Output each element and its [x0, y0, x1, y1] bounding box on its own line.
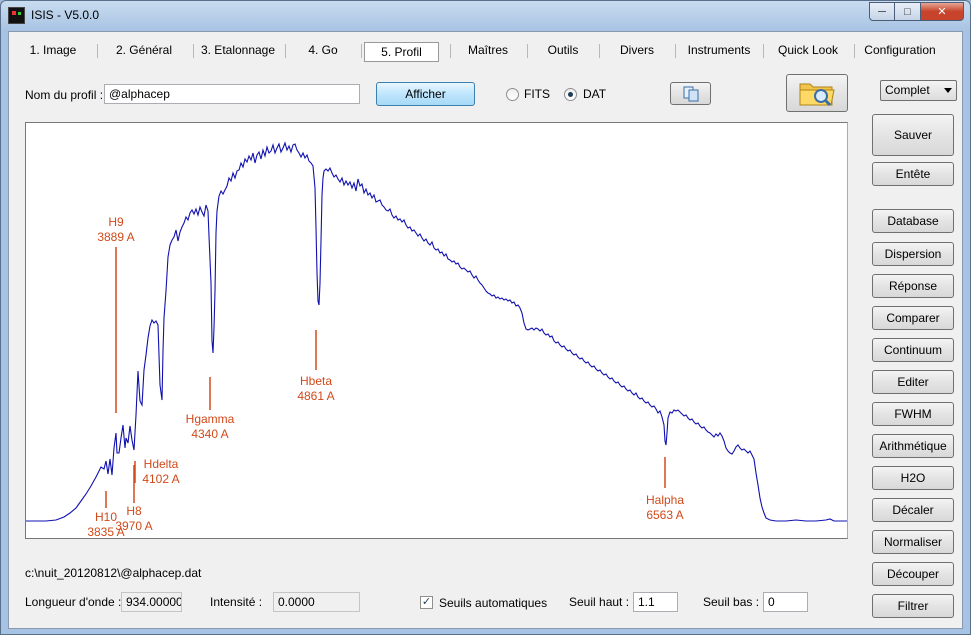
tab-separator: [361, 44, 362, 58]
tab-separator: [599, 44, 600, 58]
line-label-h10: H10: [95, 510, 117, 524]
save-button[interactable]: Sauver: [872, 114, 954, 156]
filter-button[interactable]: Filtrer: [872, 594, 954, 618]
show-profile-button[interactable]: Afficher: [376, 82, 475, 106]
main-panel: 1. Image 2. Général 3. Etalonnage 4. Go …: [8, 31, 963, 629]
line-wavelength-halpha: 6563 A: [646, 508, 683, 522]
tab-configuration[interactable]: Configuration: [857, 39, 943, 61]
window-title: ISIS - V5.0.0: [31, 8, 100, 22]
tab-go[interactable]: 4. Go: [288, 39, 358, 61]
tab-separator: [527, 44, 528, 58]
mode-select[interactable]: Complet: [880, 80, 957, 101]
tab-etalonnage[interactable]: 3. Etalonnage: [196, 39, 280, 61]
auto-thresholds-label: Seuils automatiques: [439, 596, 548, 610]
app-window: ISIS - V5.0.0 ─ □ ✕ 1. Image 2. Général …: [0, 0, 971, 635]
profile-name-input[interactable]: @alphacep: [104, 84, 360, 104]
line-label-h8: H8: [126, 504, 142, 518]
tab-bar: 1. Image 2. Général 3. Etalonnage 4. Go …: [9, 36, 964, 62]
minimize-button[interactable]: ─: [869, 2, 895, 21]
auto-thresholds-checkbox[interactable]: ✓: [420, 596, 433, 609]
normalize-button[interactable]: Normaliser: [872, 530, 954, 554]
shift-button[interactable]: Décaler: [872, 498, 954, 522]
tab-separator: [285, 44, 286, 58]
dispersion-button[interactable]: Dispersion: [872, 242, 954, 266]
profile-name-label: Nom du profil :: [25, 88, 104, 102]
copy-icon: [683, 86, 698, 101]
tab-separator: [450, 44, 451, 58]
low-threshold-label: Seuil bas :: [703, 595, 760, 609]
line-wavelength-h9: 3889 A: [97, 230, 134, 244]
window-controls: ─ □ ✕: [869, 2, 964, 21]
line-wavelength-hdelta: 4102 A: [142, 472, 179, 486]
tab-profil[interactable]: 5. Profil: [364, 42, 439, 62]
tab-quick-look[interactable]: Quick Look: [766, 39, 850, 61]
line-label-h9: H9: [108, 215, 124, 229]
tab-divers[interactable]: Divers: [602, 39, 672, 61]
response-button[interactable]: Réponse: [872, 274, 954, 298]
tab-maitres[interactable]: Maîtres: [453, 39, 523, 61]
line-label-hbeta: Hbeta: [300, 374, 332, 388]
format-fits-label: FITS: [524, 87, 550, 101]
mode-select-value: Complet: [885, 83, 930, 97]
fwhm-button[interactable]: FWHM: [872, 402, 954, 426]
tab-separator: [763, 44, 764, 58]
intensity-field: 0.0000: [273, 592, 360, 612]
tab-image[interactable]: 1. Image: [11, 39, 95, 61]
line-label-hdelta: Hdelta: [144, 457, 179, 471]
line-wavelength-hgamma: 4340 A: [191, 427, 228, 441]
open-folder-button[interactable]: [786, 74, 848, 112]
tab-separator: [97, 44, 98, 58]
low-threshold-input[interactable]: 0: [763, 592, 808, 612]
arithmetic-button[interactable]: Arithmétique: [872, 434, 954, 458]
tab-outils[interactable]: Outils: [530, 39, 596, 61]
tab-separator: [193, 44, 194, 58]
high-threshold-label: Seuil haut :: [569, 595, 630, 609]
crop-button[interactable]: Découper: [872, 562, 954, 586]
line-label-halpha: Halpha: [646, 493, 684, 507]
database-button[interactable]: Database: [872, 209, 954, 233]
wavelength-field: 934.000000: [121, 592, 182, 612]
tab-separator: [854, 44, 855, 58]
edit-button[interactable]: Editer: [872, 370, 954, 394]
h2o-button[interactable]: H2O: [872, 466, 954, 490]
spectrum-chart: H93889 AH103835 AH83970 AHdelta4102 AHga…: [26, 141, 847, 538]
copy-button[interactable]: [670, 82, 711, 105]
line-label-hgamma: Hgamma: [186, 412, 235, 426]
file-path: c:\nuit_20120812\@alphacep.dat: [25, 566, 202, 580]
header-button[interactable]: Entête: [872, 162, 954, 186]
format-fits-radio[interactable]: [506, 88, 519, 101]
compare-button[interactable]: Comparer: [872, 306, 954, 330]
close-button[interactable]: ✕: [921, 2, 964, 21]
title-bar[interactable]: ISIS - V5.0.0 ─ □ ✕: [1, 1, 970, 31]
high-threshold-input[interactable]: 1.1: [633, 592, 678, 612]
spectrum-plot[interactable]: H9 3889 A H10 3835 A H8 3970 A Hdelta 4102 A Hga…: [25, 122, 848, 539]
format-dat-radio[interactable]: [564, 88, 577, 101]
maximize-button[interactable]: □: [895, 2, 921, 21]
isis-app-icon: [8, 7, 25, 24]
tab-separator: [675, 44, 676, 58]
continuum-button[interactable]: Continuum: [872, 338, 954, 362]
tab-instruments[interactable]: Instruments: [678, 39, 760, 61]
format-dat-label: DAT: [583, 87, 607, 101]
chevron-down-icon: [944, 88, 952, 93]
tab-general[interactable]: 2. Général: [100, 39, 188, 61]
line-wavelength-h8: 3970 A: [115, 519, 152, 533]
intensity-label: Intensité :: [210, 595, 263, 609]
folder-search-icon: [799, 83, 835, 107]
line-wavelength-hbeta: 4861 A: [297, 389, 334, 403]
wavelength-label: Longueur d'onde :: [25, 595, 122, 609]
